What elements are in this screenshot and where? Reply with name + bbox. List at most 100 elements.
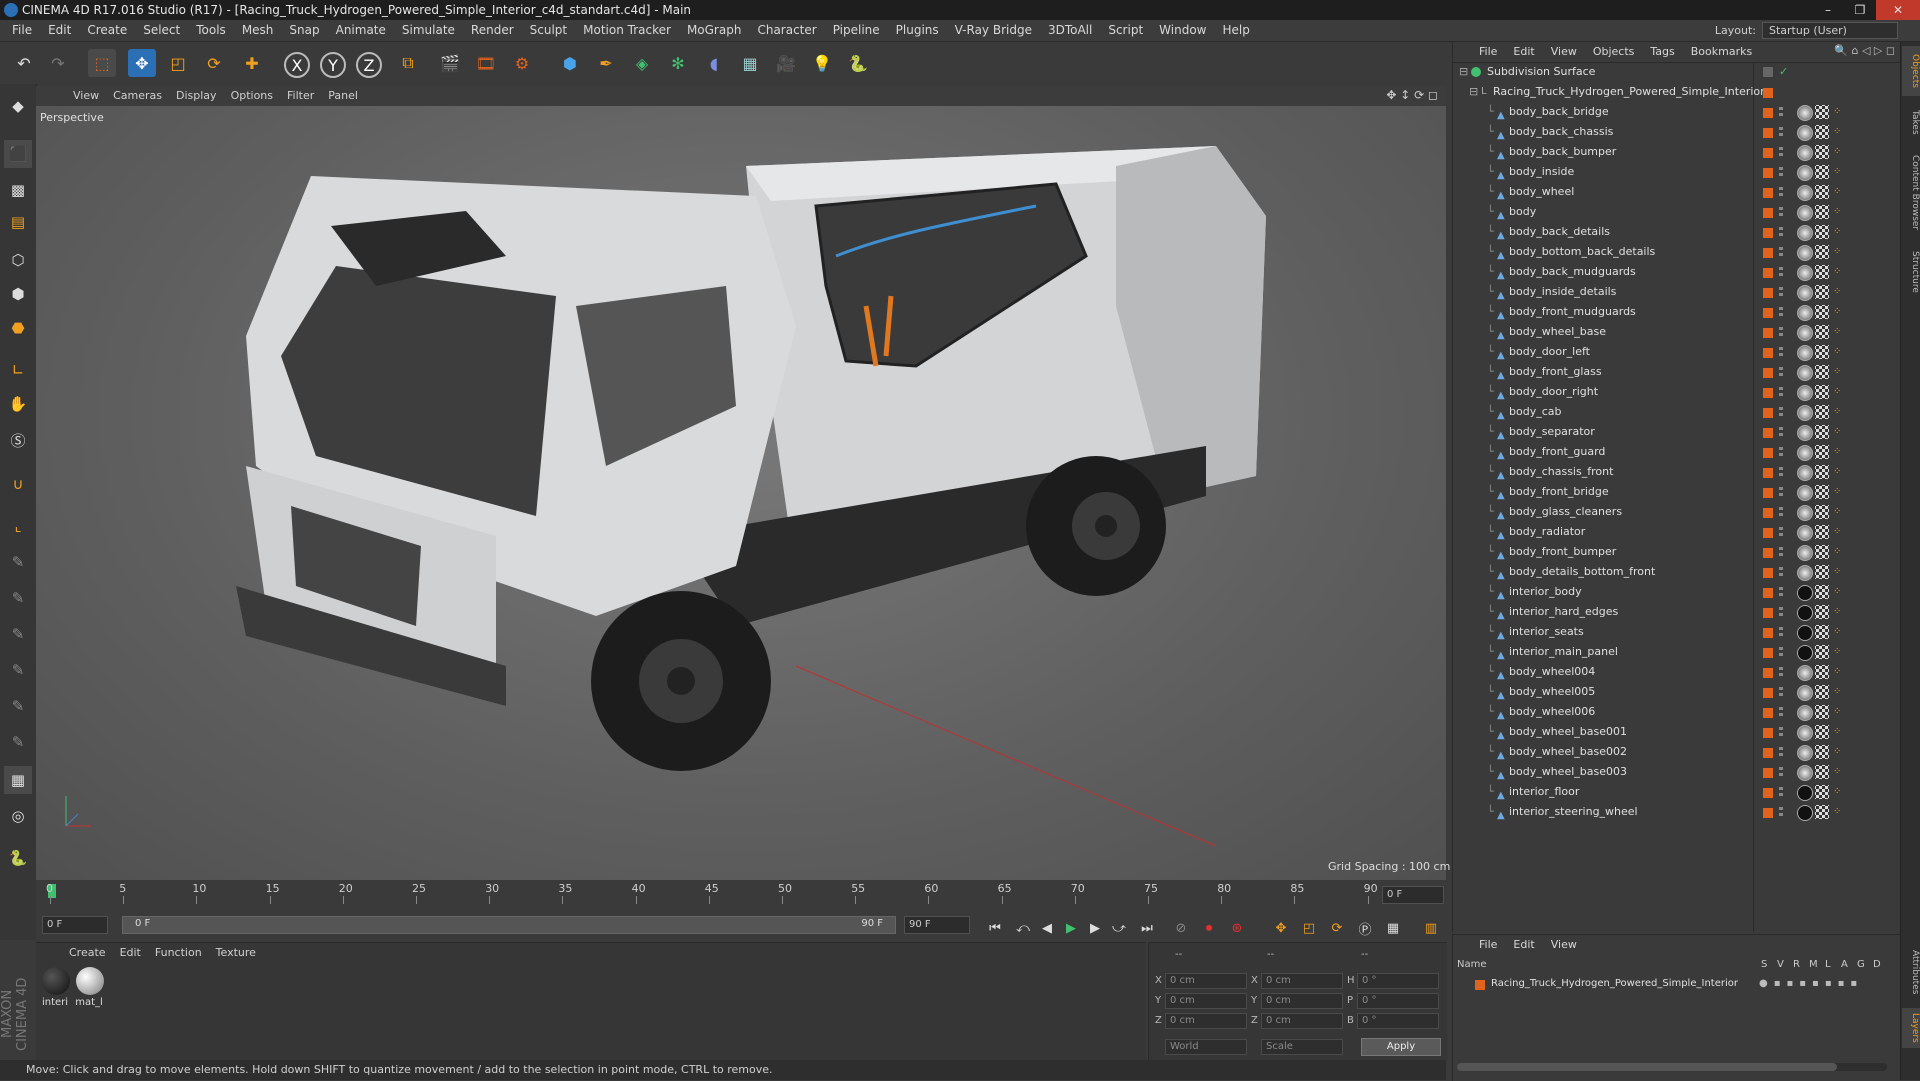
sculpt-brush-5-icon[interactable]: ✎ [4,692,32,720]
material-tag-icon[interactable] [1797,345,1813,361]
position-y-field[interactable]: 0 cm [1165,993,1247,1009]
coord-system-icon[interactable]: ⧉ [394,49,422,77]
phong-tag-icon[interactable]: ⁘ [1833,185,1847,199]
texture-tag-icon[interactable] [1815,125,1829,139]
layer-color-icon[interactable] [1763,148,1773,158]
phong-tag-icon[interactable]: ⁘ [1833,145,1847,159]
phong-tag-icon[interactable]: ⁘ [1833,345,1847,359]
texture-tag-icon[interactable] [1815,745,1829,759]
layer-color-icon[interactable] [1763,348,1773,358]
layer-menu-edit[interactable]: Edit [1505,935,1542,955]
end-frame-field[interactable]: 90 F [904,916,970,934]
axis-lock-icon[interactable]: ⌞ [4,512,32,540]
material-menu-edit[interactable]: Edit [113,943,148,963]
tree-item-subdivision-surface[interactable]: ⊟ Subdivision Surface ✓ [1453,62,1901,82]
texture-tag-icon[interactable] [1815,645,1829,659]
tree-item[interactable]: └ ▲ body_wheel004 ⁘ [1453,662,1901,682]
visibility-dots-icon[interactable] [1779,327,1783,337]
phong-tag-icon[interactable]: ⁘ [1833,525,1847,539]
material-tag-icon[interactable] [1797,605,1813,621]
phong-tag-icon[interactable]: ⁘ [1833,625,1847,639]
render-view-icon[interactable]: 🎬 [436,49,464,77]
menu-window[interactable]: Window [1151,20,1214,41]
texture-tag-icon[interactable] [1815,225,1829,239]
viewport-nav-icons[interactable]: ✥ ↕ ⟳ ◻ [1386,88,1438,102]
visibility-dots-icon[interactable] [1779,187,1783,197]
menu-tools[interactable]: Tools [188,20,234,41]
cube-icon[interactable]: ⬢ [556,49,584,77]
texture-tag-icon[interactable] [1815,385,1829,399]
play-icon[interactable]: ▶ [1060,918,1082,938]
key-scale-icon[interactable]: ◰ [1298,918,1320,938]
3d-viewport[interactable] [36,106,1446,880]
material-tag-icon[interactable] [1797,125,1813,141]
material-tag-icon[interactable] [1797,485,1813,501]
key-pla-icon[interactable]: ▦ [1382,918,1404,938]
texture-tag-icon[interactable] [1815,725,1829,739]
material-tag-icon[interactable] [1797,725,1813,741]
texture-tag-icon[interactable] [1815,705,1829,719]
menu-plugins[interactable]: Plugins [888,20,947,41]
layer-color-icon[interactable] [1763,108,1773,118]
material-tag-icon[interactable] [1797,185,1813,201]
rotation-h-field[interactable]: 0 ° [1357,973,1439,989]
object-menu-file[interactable]: File [1471,42,1505,62]
texture-tag-icon[interactable] [1815,285,1829,299]
object-manager-nav-icons[interactable]: 🔍 ⌂ ◁ ▷ ◻ [1834,44,1895,57]
phong-tag-icon[interactable]: ⁘ [1833,425,1847,439]
material-tag-icon[interactable] [1797,225,1813,241]
scale-icon[interactable]: ◰ [164,49,192,77]
layer-color-icon[interactable] [1763,428,1773,438]
size-z-field[interactable]: 0 cm [1261,1013,1343,1029]
layer-color-icon[interactable] [1763,388,1773,398]
phong-tag-icon[interactable]: ⁘ [1833,305,1847,319]
material-tag-icon[interactable] [1797,465,1813,481]
material-tag-icon[interactable] [1797,265,1813,281]
magnet-icon[interactable]: ∪ [4,470,32,498]
layer-menu-view[interactable]: View [1543,935,1585,955]
visibility-dots-icon[interactable] [1779,467,1783,477]
tree-item[interactable]: └ ▲ body_wheel_base001 ⁘ [1453,722,1901,742]
edges-mode-icon[interactable]: ⬢ [4,280,32,308]
visibility-dots-icon[interactable] [1779,587,1783,597]
visibility-dots-icon[interactable] [1779,207,1783,217]
layer-color-icon[interactable] [1763,468,1773,478]
layer-color-icon[interactable] [1763,128,1773,138]
deformer-icon[interactable]: ◖ [700,49,728,77]
menu-select[interactable]: Select [135,20,188,41]
layer-color-icon[interactable] [1763,748,1773,758]
material-swatch[interactable] [42,967,70,995]
visibility-dots-icon[interactable] [1779,107,1783,117]
visibility-dots-icon[interactable] [1779,547,1783,557]
menu-help[interactable]: Help [1214,20,1257,41]
tab-attributes[interactable]: Attributes [1902,942,1920,1002]
tree-item[interactable]: └ ▲ body_wheel ⁘ [1453,182,1901,202]
spiral-icon[interactable]: ◎ [4,802,32,830]
menu-motion-tracker[interactable]: Motion Tracker [575,20,679,41]
material-tag-icon[interactable] [1797,585,1813,601]
material-tag-icon[interactable] [1797,665,1813,681]
tree-item[interactable]: └ ▲ body_radiator ⁘ [1453,522,1901,542]
layer-color-icon[interactable] [1763,728,1773,738]
pen-icon[interactable]: ✒ [592,49,620,77]
floor-icon[interactable]: ▦ [736,49,764,77]
material-tag-icon[interactable] [1797,745,1813,761]
object-menu-view[interactable]: View [1543,42,1585,62]
layer-color-icon[interactable] [1763,188,1773,198]
texture-tag-icon[interactable] [1815,465,1829,479]
viewport-menu-panel[interactable]: Panel [321,86,365,106]
menu-character[interactable]: Character [749,20,824,41]
layer-color-icon[interactable] [1763,708,1773,718]
array-icon[interactable]: ✻ [664,49,692,77]
phong-tag-icon[interactable]: ⁘ [1833,405,1847,419]
sculpt-brush-3-icon[interactable]: ✎ [4,620,32,648]
grid-lock-icon[interactable]: ▦ [4,766,32,794]
texture-tag-icon[interactable] [1815,805,1829,819]
menu-file[interactable]: File [4,20,40,41]
tree-item[interactable]: └ ▲ body_door_right ⁘ [1453,382,1901,402]
go-to-end-icon[interactable]: ⏭ [1136,918,1158,938]
points-mode-icon[interactable]: ⬡ [4,246,32,274]
visibility-dots-icon[interactable] [1779,447,1783,457]
visibility-dots-icon[interactable] [1779,147,1783,157]
object-menu-bookmarks[interactable]: Bookmarks [1683,42,1760,62]
